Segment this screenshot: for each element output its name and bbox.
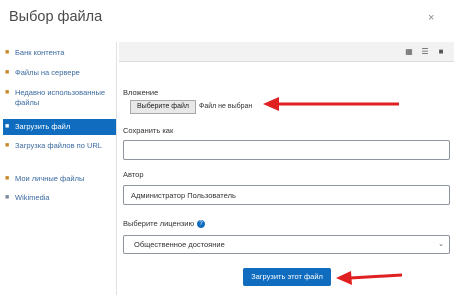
folder-icon: ■ [5,175,10,182]
sidebar-item-url-download[interactable]: ■ Загрузка файлов по URL [5,141,115,151]
sidebar-item-wikimedia[interactable]: ■ Wikimedia [5,193,115,203]
author-input[interactable] [123,185,450,205]
no-file-text: Файл не выбран [199,103,253,110]
sidebar-item-recent-files[interactable]: ■ Недавно использованные файлы [5,88,115,108]
wikimedia-icon: ■ [5,194,10,201]
view-toolbar: ▦ ☰ ■ [119,42,454,62]
grid-view-icon[interactable]: ▦ [402,45,416,58]
attachment-label: Вложение [123,88,159,97]
license-label: Выберите лицензию [123,219,195,228]
chevron-down-icon: ⌄ [438,241,444,248]
upload-file-button[interactable]: Загрузить этот файл [243,268,331,286]
author-label: Автор [123,170,144,179]
annotation-arrow-icon [336,271,403,285]
url-icon: ■ [5,142,10,149]
folder-icon: ■ [5,89,10,96]
license-label-row: Выберите лицензию? [123,219,206,229]
annotation-arrow-icon [263,97,399,111]
folder-view-icon[interactable]: ■ [434,45,448,58]
help-icon[interactable]: ? [197,220,206,229]
dialog-title: Выбор файла [9,9,103,25]
repository-sidebar: ■ Банк контента ■ Файлы на сервере ■ Нед… [0,42,117,295]
license-select[interactable]: Общественное достояние ⌄ [123,235,450,254]
sidebar-item-upload-file[interactable]: ■ Загрузить файл [3,119,116,135]
folder-icon: ■ [5,49,10,56]
save-as-input[interactable] [123,140,450,160]
close-icon[interactable]: × [428,12,434,24]
sidebar-item-server-files[interactable]: ■ Файлы на сервере [5,68,115,78]
license-selected-value: Общественное достояние [134,240,225,249]
folder-icon: ■ [5,69,10,76]
sidebar-item-private-files[interactable]: ■ Мои личные файлы [5,174,115,184]
save-as-label: Сохранить как [123,126,174,135]
list-view-icon[interactable]: ☰ [418,45,432,58]
choose-file-button[interactable]: Выберите файл [130,100,196,114]
upload-icon: ■ [5,123,10,130]
sidebar-item-content-bank[interactable]: ■ Банк контента [5,48,115,58]
